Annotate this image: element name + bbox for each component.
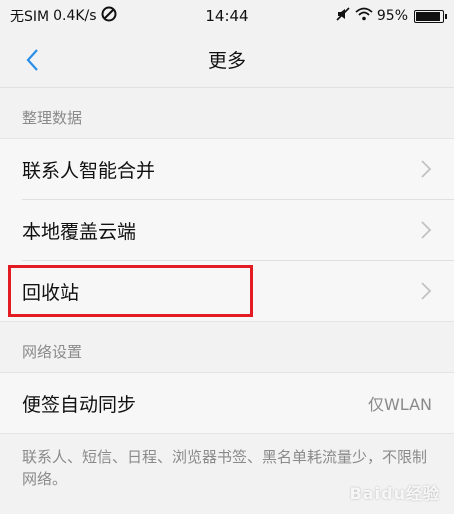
menu-item-merge-contacts[interactable]: 联系人智能合并 (0, 139, 454, 199)
header-bar: 更多 (0, 32, 454, 88)
settings-group-organize-data: 联系人智能合并 本地覆盖云端 回收站 (0, 138, 454, 322)
battery-icon (414, 9, 447, 23)
menu-item-overwrite-cloud[interactable]: 本地覆盖云端 (0, 200, 454, 260)
no-sim-data-icon (101, 6, 117, 26)
back-button[interactable] (18, 46, 46, 74)
status-bar: 无SIM 0.4K/s 14:44 95% (0, 0, 454, 32)
section-header-network-settings: 网络设置 (22, 343, 83, 361)
menu-item-auto-sync[interactable]: 便签自动同步 仅WLAN (0, 373, 454, 433)
menu-item-label: 本地覆盖云端 (22, 220, 137, 243)
network-speed: 0.4K/s (53, 8, 97, 24)
page-title: 更多 (207, 50, 246, 72)
chevron-right-icon (421, 160, 432, 178)
settings-group-network: 便签自动同步 仅WLAN (0, 372, 454, 434)
menu-item-label: 联系人智能合并 (22, 159, 156, 182)
chevron-right-icon (421, 221, 432, 239)
status-right: 95% (335, 6, 447, 26)
section-header-organize-data: 整理数据 (22, 109, 83, 127)
wifi-icon (355, 7, 373, 25)
watermark-logo: Baidu经验 (349, 484, 440, 503)
menu-item-label: 便签自动同步 (22, 393, 137, 416)
battery-percent: 95% (376, 8, 408, 24)
carrier-label: 无SIM (10, 9, 50, 25)
status-left: 无SIM 0.4K/s (10, 6, 117, 26)
chevron-right-icon (421, 282, 432, 300)
menu-item-recycle-bin[interactable]: 回收站 (0, 261, 454, 321)
sync-mode-value: 仅WLAN (367, 395, 432, 414)
chevron-left-icon (26, 49, 38, 71)
menu-item-label: 回收站 (22, 281, 80, 304)
mute-icon (335, 6, 351, 26)
